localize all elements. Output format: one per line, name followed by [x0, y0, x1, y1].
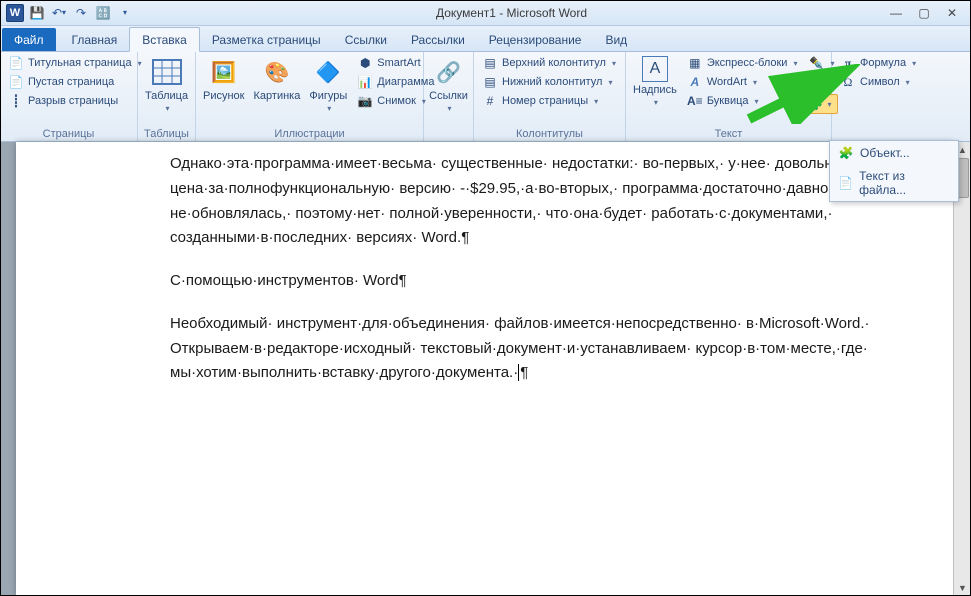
- textbox-icon: A: [642, 56, 668, 82]
- symbol-icon: Ω: [840, 74, 856, 90]
- header-icon: ▤: [482, 55, 498, 71]
- datetime-icon: 📅: [808, 75, 824, 91]
- cover-page-button[interactable]: 📄Титульная страница: [4, 54, 146, 72]
- maximize-button[interactable]: ▢: [911, 4, 937, 22]
- word-app-icon[interactable]: W: [6, 4, 24, 22]
- equation-button[interactable]: πФормула: [836, 54, 920, 72]
- paragraph-2[interactable]: С·помощью·инструментов· Word: [170, 269, 937, 294]
- symbol-button[interactable]: ΩСимвол: [836, 73, 920, 91]
- ribbon-tabs: Файл Главная Вставка Разметка страницы С…: [0, 26, 971, 52]
- chart-icon: 📊: [357, 74, 373, 90]
- group-symbols-title: [836, 126, 918, 141]
- page-break-button[interactable]: ┋Разрыв страницы: [4, 92, 146, 110]
- clipart-button[interactable]: 🎨Картинка: [251, 54, 304, 104]
- equation-icon: π: [840, 55, 856, 71]
- link-icon: 🔗: [433, 56, 465, 88]
- qat-customize-icon[interactable]: ▾: [116, 4, 134, 22]
- table-icon: [151, 56, 183, 88]
- signature-icon: ✒️: [808, 55, 824, 71]
- screenshot-icon: 📷: [357, 93, 373, 109]
- document-area: Однако·эта·программа·имеет·весьма· сущес…: [0, 142, 971, 596]
- tab-review[interactable]: Рецензирование: [477, 28, 594, 51]
- tab-view[interactable]: Вид: [593, 28, 639, 51]
- object-menu-icon: 🧩: [838, 145, 854, 161]
- group-pages-title: Страницы: [4, 126, 133, 141]
- group-pages: 📄Титульная страница 📄Пустая страница ┋Ра…: [0, 52, 138, 141]
- close-button[interactable]: ✕: [939, 4, 965, 22]
- document-page[interactable]: Однако·эта·программа·имеет·весьма· сущес…: [16, 142, 953, 596]
- picture-icon: 🖼️: [208, 56, 240, 88]
- clipart-icon: 🎨: [261, 56, 293, 88]
- quick-access-toolbar: W 💾 ↶▾ ↷ 🔠 ▾: [0, 4, 140, 22]
- tab-file[interactable]: Файл: [2, 28, 56, 51]
- vertical-scrollbar[interactable]: ▲ ▼: [953, 142, 971, 596]
- page-icon: 📄: [8, 55, 24, 71]
- title-bar: W 💾 ↶▾ ↷ 🔠 ▾ Документ1 - Microsoft Word …: [0, 0, 971, 26]
- pagenumber-icon: #: [482, 93, 498, 109]
- group-illustrations-title: Иллюстрации: [200, 126, 419, 141]
- tab-home[interactable]: Главная: [60, 28, 130, 51]
- ribbon: 📄Титульная страница 📄Пустая страница ┋Ра…: [0, 52, 971, 142]
- group-links-title: [428, 126, 469, 141]
- group-links: 🔗Ссылки: [424, 52, 474, 141]
- pagenumber-button[interactable]: #Номер страницы: [478, 92, 620, 110]
- quickparts-button[interactable]: ▦Экспресс-блоки: [683, 54, 802, 72]
- header-button[interactable]: ▤Верхний колонтитул: [478, 54, 620, 72]
- object-dropdown-menu: 🧩Объект... 📄Текст из файла...: [829, 140, 959, 202]
- tab-mailings[interactable]: Рассылки: [399, 28, 477, 51]
- window-controls: — ▢ ✕: [883, 4, 971, 22]
- textfile-icon: 📄: [838, 175, 853, 191]
- scroll-down-icon[interactable]: ▼: [954, 580, 971, 596]
- object-icon: 🧩: [807, 96, 823, 112]
- redo-icon[interactable]: ↷: [72, 4, 90, 22]
- dropcap-button[interactable]: A≡Буквица: [683, 92, 802, 110]
- window-title: Документ1 - Microsoft Word: [140, 6, 883, 20]
- quickparts-icon: ▦: [687, 55, 703, 71]
- tab-references[interactable]: Ссылки: [333, 28, 399, 51]
- shapes-button[interactable]: 🔷Фигуры: [306, 54, 350, 115]
- menu-text-from-file[interactable]: 📄Текст из файла...: [830, 165, 958, 201]
- wordart-button[interactable]: AWordArt: [683, 73, 802, 91]
- picture-button[interactable]: 🖼️Рисунок: [200, 54, 248, 104]
- table-button[interactable]: Таблица: [142, 54, 191, 115]
- group-symbols: πФормула ΩСимвол: [832, 52, 922, 141]
- group-text: AНадпись ▦Экспресс-блоки AWordArt A≡Букв…: [626, 52, 832, 141]
- group-text-title: Текст: [630, 126, 827, 141]
- group-illustrations: 🖼️Рисунок 🎨Картинка 🔷Фигуры ⬢SmartArt 📊Д…: [196, 52, 424, 141]
- group-headerfooter: ▤Верхний колонтитул ▤Нижний колонтитул #…: [474, 52, 626, 141]
- undo-icon[interactable]: ↶▾: [50, 4, 68, 22]
- textbox-button[interactable]: AНадпись: [630, 54, 680, 109]
- shapes-icon: 🔷: [312, 56, 344, 88]
- paragraph-3[interactable]: Необходимый· инструмент·для·объединения·…: [170, 312, 937, 386]
- wordart-icon: A: [687, 74, 703, 90]
- blank-page-button[interactable]: 📄Пустая страница: [4, 73, 146, 91]
- blank-page-icon: 📄: [8, 74, 24, 90]
- menu-object[interactable]: 🧩Объект...: [830, 141, 958, 165]
- page-break-icon: ┋: [8, 93, 24, 109]
- footer-button[interactable]: ▤Нижний колонтитул: [478, 73, 620, 91]
- tab-insert[interactable]: Вставка: [129, 27, 200, 52]
- links-button[interactable]: 🔗Ссылки: [426, 54, 471, 115]
- paragraph-1[interactable]: Однако·эта·программа·имеет·весьма· сущес…: [170, 152, 937, 251]
- format-icon[interactable]: 🔠: [94, 4, 112, 22]
- smartart-icon: ⬢: [357, 55, 373, 71]
- footer-icon: ▤: [482, 74, 498, 90]
- minimize-button[interactable]: —: [883, 4, 909, 22]
- group-tables-title: Таблицы: [142, 126, 191, 141]
- group-headerfooter-title: Колонтитулы: [478, 126, 621, 141]
- tab-layout[interactable]: Разметка страницы: [200, 28, 333, 51]
- save-icon[interactable]: 💾: [28, 4, 46, 22]
- dropcap-icon: A≡: [687, 93, 703, 109]
- group-tables: Таблица Таблицы: [138, 52, 196, 141]
